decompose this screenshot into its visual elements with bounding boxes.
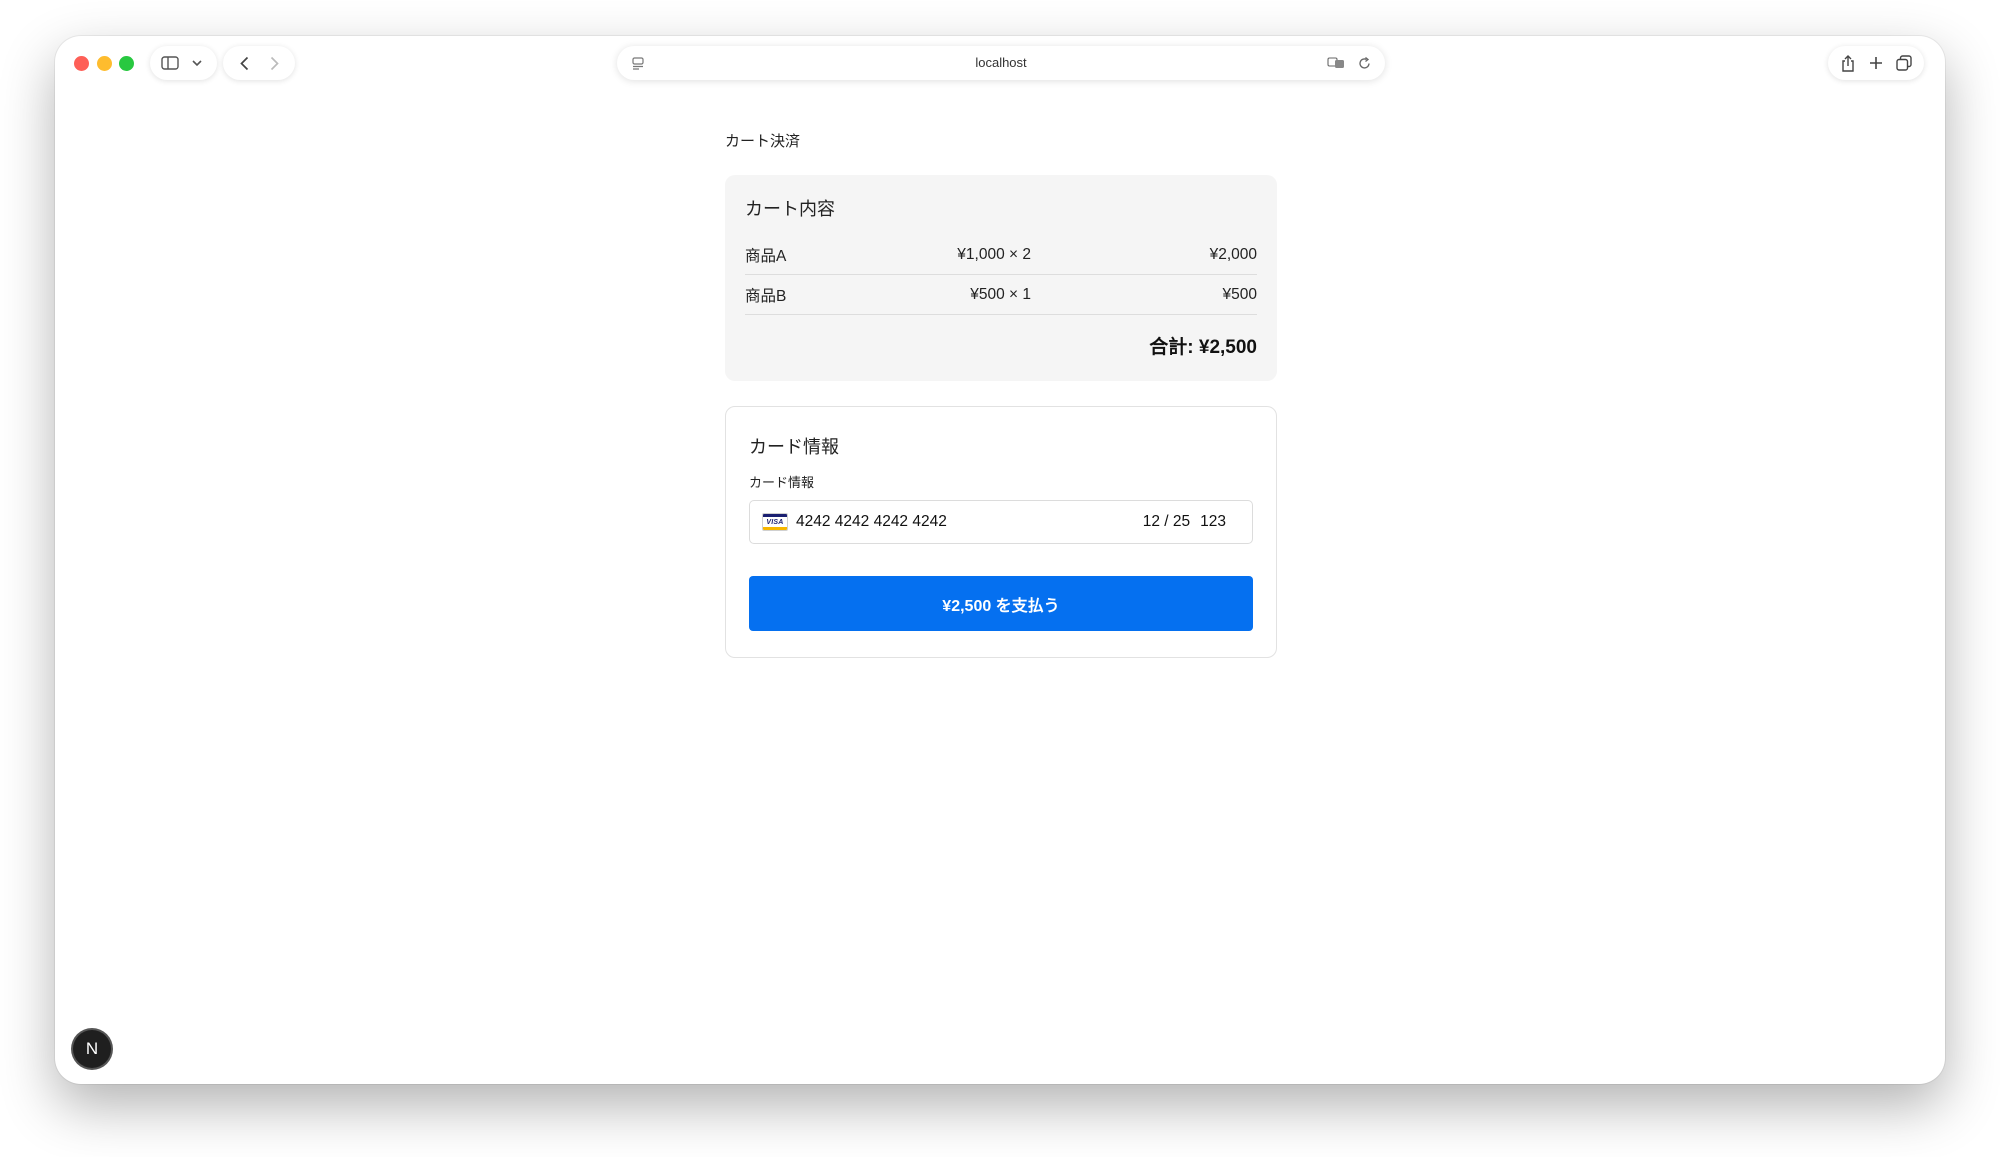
item-name: 商品B bbox=[745, 287, 787, 305]
navigation-control bbox=[223, 46, 295, 80]
card-number-input[interactable]: 4242 4242 4242 4242 bbox=[796, 513, 1143, 531]
visa-card-icon: VISA bbox=[762, 513, 788, 531]
item-subtotal: ¥2,000 bbox=[1209, 245, 1257, 263]
browser-toolbar: localhost bbox=[55, 36, 1945, 88]
card-expiry-input[interactable]: 12 / 25 bbox=[1143, 513, 1190, 531]
cart-total: 合計: ¥2,500 bbox=[1149, 337, 1257, 358]
address-actions bbox=[1323, 50, 1377, 76]
tab-overview-icon[interactable] bbox=[1891, 50, 1917, 76]
page-content: カート決済 カート内容 商品A ¥1,000 × 2 ¥2,000 商品B ¥5… bbox=[55, 88, 1945, 1084]
nextjs-dev-badge[interactable]: N bbox=[73, 1030, 111, 1068]
minimize-window-button[interactable] bbox=[97, 56, 112, 71]
zoom-window-button[interactable] bbox=[119, 56, 134, 71]
card-form: カード情報 カード情報 VISA 4242 4242 4242 4242 12 … bbox=[725, 406, 1277, 658]
chevron-down-icon[interactable] bbox=[184, 50, 210, 76]
item-quantity: ¥1,000 × 2 bbox=[957, 245, 1031, 263]
card-section-title: カード情報 bbox=[749, 437, 839, 457]
page-title: カート決済 bbox=[725, 133, 801, 150]
cart-item-row: 商品B ¥500 × 1 ¥500 bbox=[745, 275, 1257, 315]
plus-icon[interactable] bbox=[1863, 50, 1889, 76]
reload-icon[interactable] bbox=[1351, 50, 1377, 76]
card-input-field[interactable]: VISA 4242 4242 4242 4242 12 / 25 123 bbox=[749, 500, 1253, 544]
card-cvc-input[interactable]: 123 bbox=[1200, 513, 1226, 531]
close-window-button[interactable] bbox=[74, 56, 89, 71]
sidebar-control bbox=[150, 46, 217, 80]
sidebar-icon[interactable] bbox=[157, 50, 183, 76]
card-field-label: カード情報 bbox=[749, 475, 815, 490]
browser-actions bbox=[1828, 46, 1924, 80]
item-quantity: ¥500 × 1 bbox=[970, 285, 1031, 303]
cart-title: カート内容 bbox=[745, 199, 835, 219]
forward-arrow-icon[interactable] bbox=[261, 50, 287, 76]
browser-window: localhost カート決済 カート内容 商品A ¥1,000 × 2 ¥2,… bbox=[55, 36, 1945, 1084]
address-bar[interactable]: localhost bbox=[617, 46, 1385, 80]
cart-summary: カート内容 商品A ¥1,000 × 2 ¥2,000 商品B ¥500 × 1… bbox=[725, 175, 1277, 381]
pay-button[interactable]: ¥2,500 を支払う bbox=[749, 576, 1253, 631]
address-text: localhost bbox=[975, 55, 1027, 70]
translate-icon[interactable] bbox=[1323, 50, 1349, 76]
share-icon[interactable] bbox=[1835, 50, 1861, 76]
cart-items: 商品A ¥1,000 × 2 ¥2,000 商品B ¥500 × 1 ¥500 bbox=[745, 235, 1257, 315]
item-name: 商品A bbox=[745, 247, 787, 265]
cart-item-row: 商品A ¥1,000 × 2 ¥2,000 bbox=[745, 235, 1257, 275]
back-arrow-icon[interactable] bbox=[231, 50, 257, 76]
item-subtotal: ¥500 bbox=[1222, 285, 1257, 303]
